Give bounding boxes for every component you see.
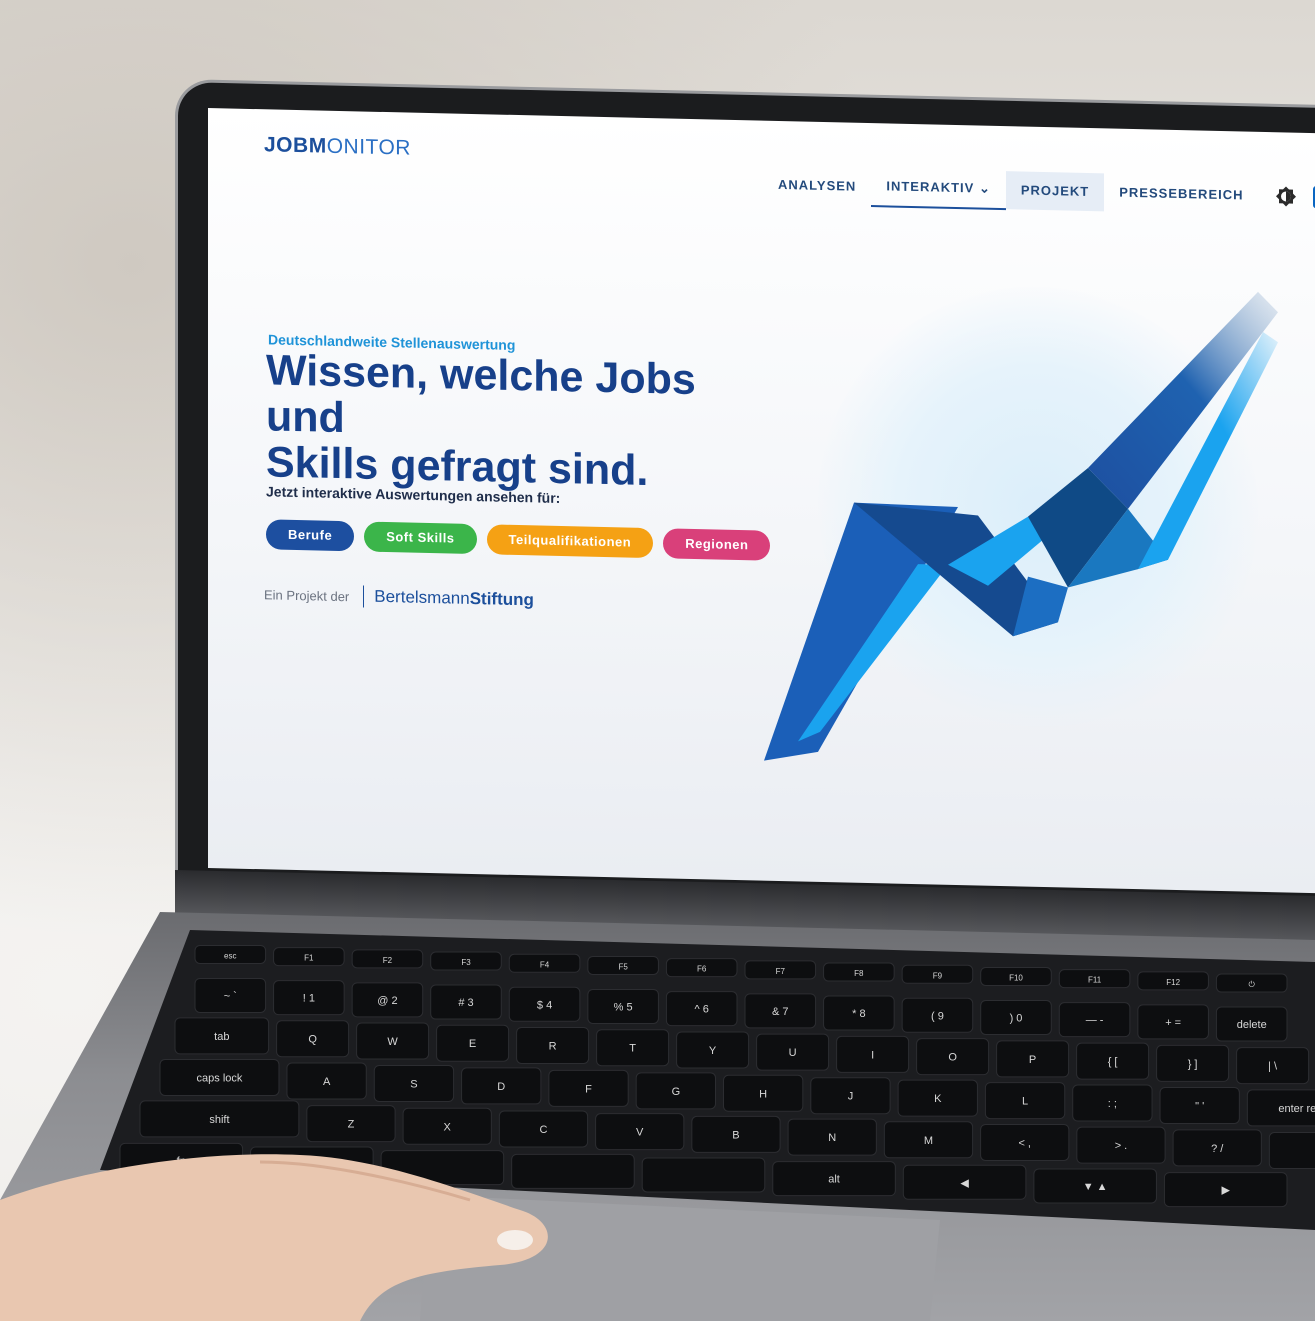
keyboard-key-label: ▼ ▲ — [1083, 1181, 1108, 1193]
keyboard-key-label: B — [732, 1129, 739, 1141]
nav-pressebereich[interactable]: PRESSEBEREICH — [1104, 173, 1258, 215]
keyboard-key-label: G — [672, 1086, 681, 1098]
keyboard-key-label: J — [848, 1091, 854, 1103]
keyboard-key-label: tab — [214, 1031, 229, 1043]
keyboard-key-label: A — [323, 1076, 331, 1088]
keyboard-key-label: F10 — [1009, 973, 1023, 982]
keyboard-key-label: % 5 — [614, 1001, 633, 1013]
laptop-screen: JOBMONITOR ANALYSEN INTERAKTIV ⌄ PROJEKT… — [208, 108, 1315, 894]
headline-line-1: Wissen, welche Jobs und — [266, 346, 696, 443]
keyboard-key-label: F3 — [461, 958, 471, 967]
hero-headline: Wissen, welche Jobs und Skills gefragt s… — [266, 346, 786, 497]
keyboard-key-label: @ 2 — [377, 995, 397, 1007]
keyboard-key-label: I — [871, 1049, 874, 1061]
category-buttons: Berufe Soft Skills Teilqualifikationen R… — [266, 519, 771, 561]
keyboard-key-label: alt — [828, 1174, 840, 1186]
bertelsmann-logo-part2[interactable]: Stiftung — [470, 589, 534, 610]
keyboard-key-label: $ 4 — [537, 999, 552, 1011]
keyboard-key-label: ! 1 — [303, 993, 315, 1005]
logo-text-job: JOB — [264, 133, 309, 158]
theme-toggle-icon[interactable] — [1275, 185, 1297, 207]
laptop-keyboard-deck: esc F1 F2 F3 F4 F5 F6 F7 F8 F9 F10 F11 F12 ⏻ ~ ` ! 1 @ 2… — [0, 912, 1315, 1321]
keyboard-key-label: } ] — [1188, 1058, 1198, 1070]
soft-skills-button[interactable]: Soft Skills — [364, 521, 477, 555]
keyboard-key-label: F8 — [854, 969, 864, 978]
nav-projekt[interactable]: PROJEKT — [1005, 171, 1105, 212]
keyboard-key-label: L — [1022, 1096, 1028, 1108]
teilqualifikationen-button[interactable]: Teilqualifikationen — [486, 524, 654, 559]
keyboard-key-label: enter return — [1278, 1103, 1315, 1115]
keyboard-key-label: + = — [1165, 1017, 1181, 1029]
keyboard-key-label: F — [585, 1083, 592, 1095]
keyboard-key-label: * 8 — [852, 1008, 865, 1020]
keyboard-key[interactable] — [641, 1157, 766, 1193]
regionen-button[interactable]: Regionen — [663, 528, 771, 561]
keyboard-key-label: V — [636, 1127, 644, 1139]
keyboard-key-label: T — [629, 1043, 636, 1055]
keyboard-key[interactable] — [511, 1153, 635, 1189]
keyboard-key-label: — - — [1086, 1015, 1104, 1027]
keyboard-key-label: F4 — [540, 960, 550, 969]
keyboard-key-label: H — [759, 1088, 767, 1100]
keyboard-key-label: Q — [308, 1034, 317, 1046]
keyboard-key-label: S — [410, 1078, 417, 1090]
keyboard-key-label: ~ ` — [224, 990, 237, 1002]
keyboard-key-label: X — [444, 1121, 452, 1133]
keyboard-key-label: delete — [1237, 1019, 1267, 1031]
keyboard-key-label: R — [549, 1040, 557, 1052]
keyboard-key-label: M — [924, 1135, 933, 1147]
hero-zigzag-graphic — [764, 291, 1278, 761]
keyboard-key-label: caps lock — [197, 1072, 243, 1084]
keyboard-key-label: W — [387, 1036, 398, 1048]
keyboard-key-label: U — [789, 1047, 797, 1059]
keyboard-key-label: Y — [709, 1045, 717, 1057]
keyboard-key-label: F6 — [697, 965, 707, 974]
keyboard-key-label: | \ — [1268, 1061, 1278, 1073]
keyboard-key-label: K — [934, 1093, 942, 1105]
keyboard-key-label: ◀ — [960, 1177, 969, 1189]
nav-analysen[interactable]: ANALYSEN — [763, 166, 871, 206]
credit-prefix: Ein Projekt der — [264, 586, 350, 604]
keyboard-key-label: ) 0 — [1010, 1012, 1023, 1024]
keyboard-key-label: > . — [1115, 1140, 1128, 1152]
keyboard-key-label: ^ 6 — [695, 1004, 709, 1016]
keyboard-key-label: ? / — [1211, 1143, 1224, 1155]
keyboard-key-label: P — [1029, 1054, 1036, 1066]
main-nav: ANALYSEN INTERAKTIV ⌄ PROJEKT PRESSEBERE… — [763, 165, 1315, 218]
photo-scene: JOBMONITOR ANALYSEN INTERAKTIV ⌄ PROJEKT… — [0, 0, 1315, 1321]
project-credit: Ein Projekt der Bertelsmann Stiftung — [264, 583, 534, 611]
keyboard-key-label: N — [828, 1132, 836, 1144]
logo-text-onitor: ONITOR — [326, 134, 411, 160]
keyboard-key-label: ▶ — [1221, 1185, 1230, 1197]
keyboard-key-label: { [ — [1108, 1056, 1118, 1068]
keyboard-key-label: esc — [224, 951, 236, 960]
keyboard-key-label: # 3 — [458, 997, 473, 1009]
keyboard-key-label: shift — [209, 1114, 229, 1126]
keyboard-key-label: F1 — [304, 954, 314, 963]
keyboard-key-label: F5 — [618, 962, 628, 971]
keyboard-key-label: ⏻ — [1249, 980, 1256, 989]
keyboard-key-label: < , — [1018, 1137, 1031, 1149]
keyboard-key[interactable] — [1268, 1132, 1315, 1170]
jobmonitor-logo[interactable]: JOBMONITOR — [264, 133, 411, 160]
keyboard-key-label: D — [497, 1081, 505, 1093]
keyboard-key-label: Z — [348, 1119, 355, 1131]
keyboard-key-label: F11 — [1088, 976, 1102, 985]
keyboard-key-label: F12 — [1166, 978, 1180, 987]
bertelsmann-logo-part1[interactable]: Bertelsmann — [374, 587, 469, 609]
berufe-button[interactable]: Berufe — [266, 519, 355, 552]
nav-interaktiv[interactable]: INTERAKTIV ⌄ — [871, 167, 1006, 211]
keyboard-key-label: F2 — [383, 956, 393, 965]
keyboard-key-label: " ' — [1195, 1100, 1204, 1112]
logo-text-m: M — [308, 134, 327, 158]
keyboard-key-label: E — [469, 1038, 476, 1050]
keyboard-key-label: F9 — [933, 971, 943, 980]
keyboard-key-label: : ; — [1108, 1098, 1117, 1110]
credit-divider — [363, 585, 365, 608]
keyboard-key-label: O — [948, 1052, 957, 1064]
keyboard-key-label: C — [539, 1124, 547, 1136]
keyboard-key-label: F7 — [776, 967, 786, 976]
keyboard-key-label: & 7 — [772, 1006, 789, 1018]
keyboard-key-label: ( 9 — [931, 1010, 944, 1022]
